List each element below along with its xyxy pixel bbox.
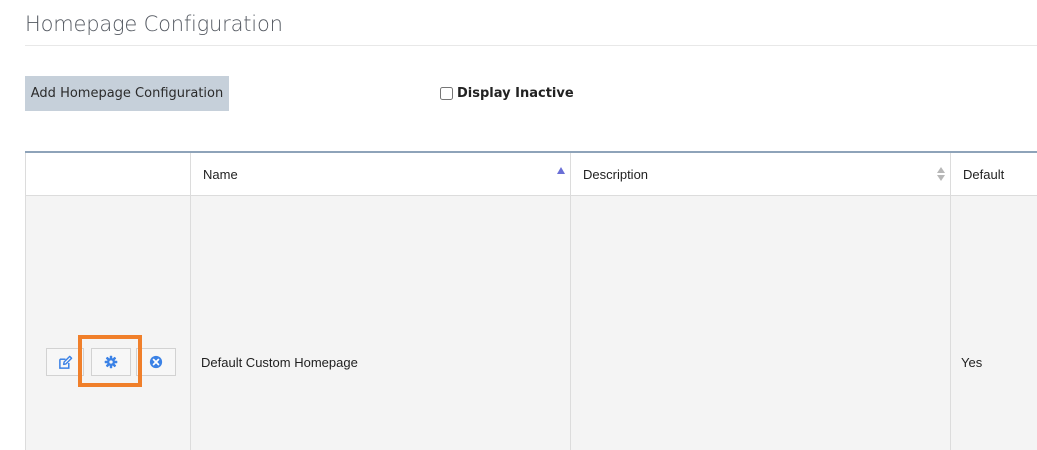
header-description-cell[interactable]: Description — [570, 153, 950, 195]
display-inactive-checkbox[interactable] — [440, 87, 453, 100]
row-name-cell: Default Custom Homepage — [190, 196, 570, 450]
table-row: Default Custom Homepage Yes — [25, 196, 1037, 450]
row-description-cell — [570, 196, 950, 450]
close-circle-icon — [149, 355, 163, 369]
row-default-text: Yes — [961, 355, 983, 370]
edit-button[interactable] — [46, 348, 84, 376]
row-default-cell: Yes — [950, 196, 1037, 450]
display-inactive-toggle[interactable]: Display Inactive — [440, 86, 574, 101]
header-name-label: Name — [203, 167, 238, 182]
display-inactive-label: Display Inactive — [457, 86, 574, 101]
grid-header-row: Name Description Default — [25, 153, 1037, 196]
header-default-label: Default — [963, 167, 1005, 182]
configuration-grid: Name Description Default Default Custom … — [25, 151, 1037, 450]
header-default-cell[interactable]: Default — [950, 153, 1037, 195]
deactivate-button[interactable] — [136, 348, 176, 376]
edit-icon — [58, 355, 72, 369]
page-title: Homepage Configuration — [25, 12, 283, 36]
title-divider — [25, 45, 1037, 46]
header-description-label: Description — [583, 167, 649, 182]
add-homepage-configuration-button[interactable]: Add Homepage Configuration — [25, 76, 229, 111]
header-name-cell[interactable]: Name — [190, 153, 570, 195]
sort-ascending-icon — [557, 167, 565, 174]
row-actions-cell — [25, 196, 190, 450]
gear-icon — [104, 355, 118, 369]
sort-both-icon — [937, 167, 945, 183]
configure-button[interactable] — [91, 348, 131, 376]
header-actions-cell — [25, 153, 190, 195]
row-name-text: Default Custom Homepage — [201, 355, 358, 370]
